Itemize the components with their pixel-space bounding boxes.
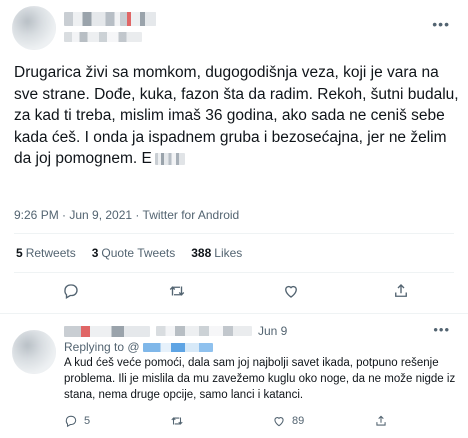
replying-to: Replying to @	[64, 340, 213, 354]
redacted-reply-handle[interactable]	[156, 326, 252, 336]
divider	[14, 233, 454, 234]
retweets-label: Retweets	[25, 246, 76, 260]
reply-avatar[interactable]	[12, 330, 56, 374]
divider	[14, 272, 454, 273]
tweet-text: Drugarica živi sa momkom, dugogodišnja v…	[14, 62, 462, 170]
reply-share-action[interactable]	[374, 414, 394, 428]
likes-count: 388	[191, 246, 212, 260]
reply-icon[interactable]	[62, 282, 82, 302]
replying-to-label: Replying to @	[64, 340, 140, 354]
avatar[interactable]	[12, 6, 56, 50]
quote-tweets-count: 3	[91, 246, 99, 260]
tweet-stats: 5 Retweets 3 Quote Tweets 388 Likes	[16, 246, 242, 260]
like-icon	[274, 417, 284, 427]
retweet-icon[interactable]	[168, 282, 188, 302]
reply-like-action[interactable]: 89	[272, 414, 304, 428]
reply-date[interactable]: Jun 9	[258, 324, 287, 338]
reply-retweet-action[interactable]	[170, 414, 190, 428]
likes-label: Likes	[214, 246, 243, 260]
reply-reply-count: 5	[84, 415, 91, 427]
redacted-replying-handle[interactable]	[142, 343, 213, 353]
reply-text: A kud ćeš veće pomoći, dala sam joj najb…	[64, 357, 456, 401]
reply-actions: 5 89	[64, 414, 456, 432]
quote-tweets-stat[interactable]: 3 Quote Tweets	[92, 246, 176, 260]
share-icon	[376, 415, 386, 426]
more-horizontal-icon[interactable]: •••	[432, 16, 450, 32]
reply-like-count: 89	[292, 415, 305, 427]
reply-icon	[65, 415, 77, 428]
tweet-meta[interactable]: 9:26 PM · Jun 9, 2021 · Twitter for Andr…	[14, 208, 239, 222]
tweet-body: Drugarica živi sa momkom, dugogodišnja v…	[14, 64, 459, 167]
divider	[0, 313, 468, 314]
redacted-display-name-emoji	[120, 12, 156, 26]
reply-header: Jun 9	[64, 324, 287, 338]
quote-tweets-label: Quote Tweets	[101, 246, 176, 260]
main-tweet: ••• Drugarica živi sa momkom, dugogodišn…	[0, 0, 468, 314]
redacted-text	[154, 152, 185, 165]
likes-stat[interactable]: 388 Likes	[191, 246, 242, 260]
reply-more-icon[interactable]: •••	[433, 322, 450, 337]
redacted-reply-display-name[interactable]	[64, 325, 150, 337]
redacted-handle[interactable]	[64, 32, 142, 42]
retweet-icon	[171, 417, 183, 425]
share-icon[interactable]	[392, 282, 412, 302]
like-icon[interactable]	[282, 282, 302, 302]
reply-reply-action[interactable]: 5	[64, 414, 90, 428]
retweets-stat[interactable]: 5 Retweets	[16, 246, 76, 260]
tweet-actions	[0, 282, 468, 306]
retweets-count: 5	[16, 246, 23, 260]
